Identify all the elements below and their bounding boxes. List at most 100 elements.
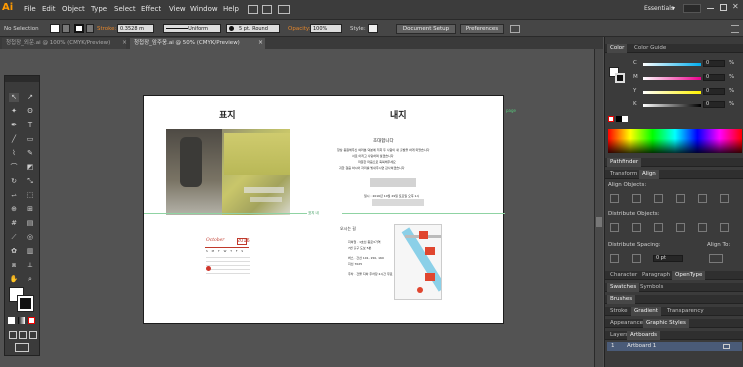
tab-stroke[interactable]: Stroke [607, 307, 631, 316]
draw-normal-icon[interactable] [9, 331, 17, 339]
color-stroke-swatch[interactable] [615, 73, 625, 83]
line-tool-icon[interactable]: ╱ [9, 135, 19, 144]
blob-brush-tool-icon[interactable]: ⌒ [9, 163, 19, 172]
tab-character[interactable]: Character [607, 271, 640, 280]
spacing-value-field[interactable]: 0 pt [653, 255, 683, 262]
gradient-mode-icon[interactable] [18, 317, 25, 324]
lasso-tool-icon[interactable]: ʘ [25, 107, 35, 116]
tab-swatches[interactable]: Swatches [607, 283, 640, 292]
vertical-scrollbar[interactable] [594, 49, 603, 367]
hand-tool-icon[interactable]: ✋ [9, 275, 19, 284]
width-tool-icon[interactable]: ⥋ [9, 191, 19, 200]
menu-select[interactable]: Select [114, 5, 136, 13]
zoom-tool-icon[interactable]: ⌕ [25, 275, 35, 284]
tab-symbols[interactable]: Symbols [637, 283, 666, 292]
align-hcenter-icon[interactable] [632, 194, 641, 203]
align-top-icon[interactable] [676, 194, 685, 203]
tab-color[interactable]: Color [607, 44, 628, 53]
channel-c-value[interactable]: 0 [703, 60, 725, 67]
color-spectrum[interactable] [608, 129, 742, 153]
align-vcenter-icon[interactable] [698, 194, 707, 203]
channel-y-value[interactable]: 0 [703, 88, 725, 95]
distribute-bottom-icon[interactable] [654, 223, 663, 232]
stroke-color-swatch[interactable] [17, 295, 34, 312]
fill-dropdown-icon[interactable] [62, 24, 70, 33]
tab-document-2[interactable]: 청첩장_앞주웅.ai @ 50% (CMYK/Preview) [130, 38, 265, 49]
tab-transform[interactable]: Transform [607, 170, 640, 179]
tools-panel-header[interactable] [5, 76, 39, 82]
align-bottom-icon[interactable] [720, 194, 729, 203]
minimize-icon[interactable] [707, 8, 714, 9]
selection-tool-icon[interactable]: ↖ [9, 93, 19, 102]
free-transform-tool-icon[interactable]: ⬚ [25, 191, 35, 200]
preferences-button[interactable]: Preferences [460, 24, 504, 34]
bridge-icon[interactable] [248, 5, 258, 14]
stroke-weight-field[interactable]: 0.3528 m [117, 24, 154, 33]
menu-view[interactable]: View [169, 5, 186, 13]
brush-definition[interactable]: 5 pt. Round [226, 24, 280, 33]
opacity-field[interactable]: 100% [310, 24, 342, 33]
paintbrush-tool-icon[interactable]: ⌇ [9, 149, 19, 158]
distribute-hcenter-icon[interactable] [698, 223, 707, 232]
slice-tool-icon[interactable]: ⟂ [25, 261, 35, 270]
tab-brushes[interactable]: Brushes [607, 295, 636, 304]
stock-icon[interactable] [262, 5, 272, 14]
eraser-tool-icon[interactable]: ◩ [25, 163, 35, 172]
align-to-selection-icon[interactable] [709, 254, 723, 263]
tab-paragraph[interactable]: Paragraph [639, 271, 673, 280]
distribute-right-icon[interactable] [720, 223, 729, 232]
tab-close-1-icon[interactable]: × [122, 39, 127, 46]
align-right-icon[interactable] [654, 194, 663, 203]
menu-object[interactable]: Object [62, 5, 85, 13]
document-setup-button[interactable]: Document Setup [396, 24, 456, 34]
draw-behind-icon[interactable] [19, 331, 27, 339]
tab-gradient[interactable]: Gradient [631, 307, 661, 316]
tab-close-2-icon[interactable]: × [258, 39, 263, 46]
shape-builder-tool-icon[interactable]: ⊕ [9, 205, 19, 214]
menu-help[interactable]: Help [223, 5, 239, 13]
channel-k-value[interactable]: 0 [703, 101, 725, 108]
distribute-top-icon[interactable] [610, 223, 619, 232]
workspace-caret-icon[interactable]: ▾ [672, 5, 675, 12]
eyedropper-tool-icon[interactable]: ⟋ [9, 233, 19, 242]
channel-m-value[interactable]: 0 [703, 74, 725, 81]
close-window-icon[interactable]: ✕ [732, 2, 739, 11]
tab-align[interactable]: Align [639, 170, 659, 179]
tab-opentype[interactable]: OpenType [672, 271, 706, 280]
distribute-vcenter-icon[interactable] [632, 223, 641, 232]
tab-color-guide[interactable]: Color Guide [631, 44, 669, 53]
none-color-icon[interactable] [608, 116, 614, 122]
tab-pathfinder[interactable]: Pathfinder [607, 158, 642, 167]
mesh-tool-icon[interactable]: # [9, 219, 19, 228]
type-tool-icon[interactable]: T [25, 121, 35, 130]
color-mode-icon[interactable] [8, 317, 15, 324]
distribute-left-icon[interactable] [676, 223, 685, 232]
rotate-tool-icon[interactable]: ↻ [9, 177, 19, 186]
workspace-switcher[interactable]: Essentials [644, 5, 674, 12]
menu-effect[interactable]: Effect [141, 5, 161, 13]
perspective-grid-tool-icon[interactable]: ⊞ [25, 205, 35, 214]
panel-menu-icon[interactable] [731, 25, 739, 33]
pencil-tool-icon[interactable]: ✎ [25, 149, 35, 158]
horizontal-spacing-icon[interactable] [632, 254, 641, 263]
channel-y-slider[interactable] [643, 91, 701, 94]
none-mode-icon[interactable] [28, 317, 35, 324]
menu-edit[interactable]: Edit [42, 5, 56, 13]
tab-graphic-styles[interactable]: Graphic Styles [643, 319, 689, 328]
arrange-icon[interactable] [510, 25, 520, 33]
channel-c-slider[interactable] [643, 63, 701, 66]
magic-wand-tool-icon[interactable]: ✦ [9, 107, 19, 116]
scrollbar-thumb[interactable] [596, 217, 602, 227]
menu-type[interactable]: Type [91, 5, 107, 13]
opacity-label[interactable]: Opacity: [288, 26, 311, 32]
white-color-icon[interactable] [622, 116, 628, 122]
artboard-list-row[interactable]: 1 Artboard 1 [607, 342, 742, 351]
vertical-spacing-icon[interactable] [610, 254, 619, 263]
symbol-sprayer-tool-icon[interactable]: ✿ [9, 247, 19, 256]
pen-tool-icon[interactable]: ✒ [9, 121, 19, 130]
stroke-weight-label[interactable]: Stroke: [97, 26, 116, 32]
gradient-tool-icon[interactable]: ▤ [25, 219, 35, 228]
menu-file[interactable]: File [24, 5, 36, 13]
fill-swatch[interactable] [50, 24, 60, 33]
stroke-swatch[interactable] [74, 24, 84, 33]
